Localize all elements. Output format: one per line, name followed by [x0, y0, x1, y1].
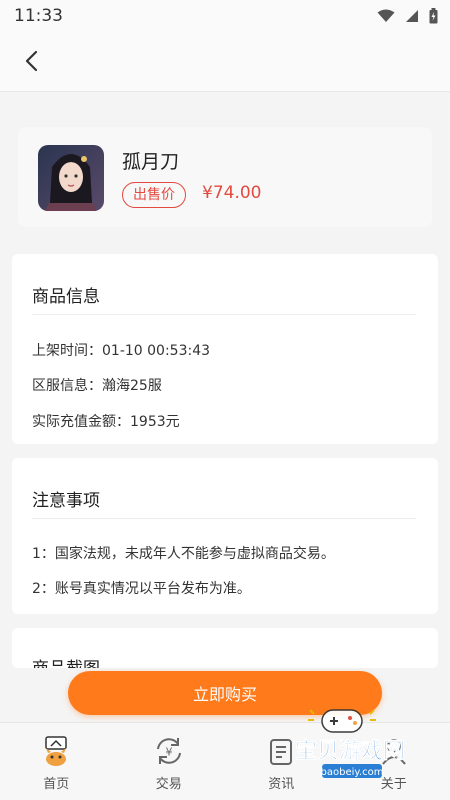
tab-label: 交易 [155, 777, 182, 792]
product-name: 孤月刀 [122, 151, 180, 173]
status-icons [377, 8, 438, 24]
screenshot-section: 商品截图 [12, 628, 438, 668]
section-title: 注意事项 [32, 491, 100, 511]
status-time: 11:33 [14, 6, 63, 26]
watermark: 宝贝游戏网 baobeiy.com [270, 706, 430, 786]
battery-icon [429, 8, 438, 24]
divider [32, 314, 416, 315]
home-icon [45, 736, 67, 766]
product-card[interactable]: 孤月刀 出售价 ¥74.00 [18, 127, 432, 227]
nav-bar [0, 32, 450, 92]
server-info: 区服信息：瀚海25服 [32, 378, 162, 394]
product-thumbnail [38, 145, 104, 211]
signal-icon [406, 10, 418, 22]
status-bar: 11:33 [0, 0, 450, 32]
listing-time: 上架时间：01-10 00:53:43 [32, 343, 211, 359]
section-title: 商品截图 [32, 654, 100, 668]
price-label-badge: 出售价 [122, 182, 186, 208]
exchange-icon: ¥ [156, 738, 181, 764]
section-title: 商品信息 [32, 287, 100, 307]
divider [32, 518, 416, 519]
product-info-section: 商品信息 上架时间：01-10 00:53:43 区服信息：瀚海25服 实际充值… [12, 254, 438, 444]
notice-item: 1：国家法规，未成年人不能参与虚拟商品交易。 [32, 546, 335, 562]
back-button[interactable] [16, 46, 46, 76]
product-price: ¥74.00 [202, 183, 262, 203]
tab-label: 首页 [43, 777, 70, 792]
svg-text:baobeiy.com: baobeiy.com [321, 767, 384, 778]
notice-item: 2：账号真实情况以平台发布为准。 [32, 581, 251, 597]
tab-trade[interactable]: ¥ 交易 [113, 723, 226, 800]
svg-text:宝贝游戏网: 宝贝游戏网 [295, 738, 405, 764]
chevron-left-icon [25, 50, 38, 72]
gamepad-icon [308, 709, 376, 733]
tab-home[interactable]: 首页 [0, 723, 113, 800]
notice-section: 注意事项 1：国家法规，未成年人不能参与虚拟商品交易。 2：账号真实情况以平台发… [12, 458, 438, 614]
wifi-icon [377, 9, 395, 22]
recharge-amount: 实际充值金额：1953元 [32, 414, 180, 430]
svg-text:¥: ¥ [165, 746, 172, 759]
